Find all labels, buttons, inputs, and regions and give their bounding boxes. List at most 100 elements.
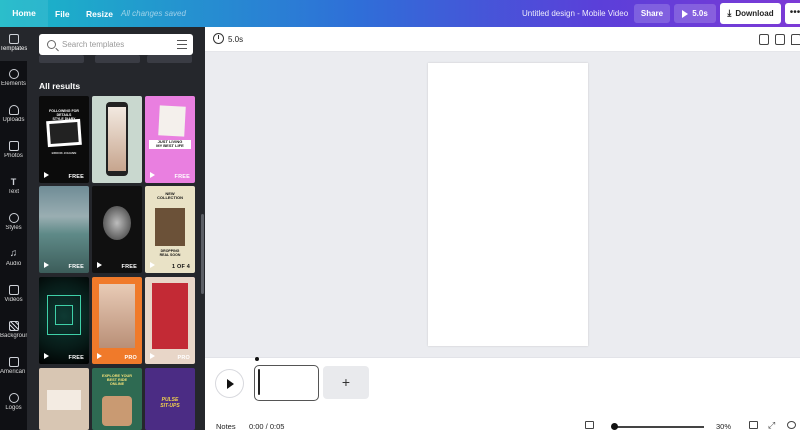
photos-icon [8, 141, 19, 151]
rail-item-logos[interactable]: Logos [0, 393, 27, 411]
template-heading: PULSE SIT-UPS [160, 397, 180, 409]
template-photo [99, 284, 135, 348]
share-button[interactable]: Share [634, 4, 670, 23]
template-photo [102, 396, 132, 426]
template-thumb[interactable]: JUST LIVING MY BEST LIFE FREE [145, 96, 195, 183]
rail-label: Logos [5, 405, 22, 411]
rail-item-templates[interactable]: Templates [0, 27, 27, 61]
rail-item-elements[interactable]: Elements [0, 69, 27, 87]
free-badge: FREE [121, 264, 137, 270]
template-image [46, 118, 82, 148]
template-thumb[interactable]: PRO [92, 277, 142, 364]
play-icon [150, 262, 155, 268]
help-icon[interactable] [787, 421, 796, 429]
filter-icon[interactable] [177, 40, 187, 49]
rail-item-audio[interactable]: ♫ Audio [0, 249, 27, 268]
template-photo [158, 105, 186, 137]
template-thumb[interactable] [92, 96, 142, 183]
play-icon [682, 9, 689, 18]
play-icon [97, 262, 102, 268]
text-icon: T [10, 177, 17, 187]
panel-scrollbar[interactable] [201, 214, 204, 294]
resize-button[interactable]: Resize [86, 9, 113, 19]
play-icon [97, 353, 102, 359]
template-thumb[interactable]: PULSE SIT-UPS [145, 368, 195, 430]
pro-badge: PRO [177, 355, 190, 361]
rail-label: Background [0, 333, 27, 339]
rail-label: Audio [5, 261, 22, 267]
rail-item-uploads[interactable]: Uploads [0, 105, 27, 123]
timeline-panel: + Notes 0:00 / 0:05 30% ⤢ [205, 357, 800, 431]
search-placeholder: Search templates [62, 40, 125, 49]
template-thumb[interactable]: EXPLORE YOUR BEST RIDE ONLINE [92, 368, 142, 430]
template-heading: EXPLORE YOUR BEST RIDE ONLINE [101, 374, 133, 387]
logo-icon [8, 393, 19, 403]
background-icon [8, 321, 19, 331]
template-heading: JUST LIVING MY BEST LIFE [149, 139, 191, 149]
rail-label: Videos [4, 297, 23, 303]
template-thumb[interactable] [39, 368, 89, 430]
rail-label: Styles [5, 225, 22, 231]
download-icon: ⤓ [727, 8, 732, 18]
templates-panel: Search templates All results FOLLOWING F… [27, 27, 205, 430]
template-thumb[interactable] [95, 55, 140, 63]
template-thumb[interactable] [39, 55, 84, 63]
template-caption: DROPPING REAL SOON [159, 249, 181, 257]
rail-label: Elements [0, 81, 26, 87]
zoom-slider[interactable] [614, 426, 704, 428]
template-thumb[interactable]: FREE [39, 277, 89, 364]
rail-item-videos[interactable]: Videos [0, 285, 27, 303]
workspace: 5.0s [205, 27, 800, 357]
template-photo [103, 206, 131, 240]
template-thumb[interactable]: FREE [92, 186, 142, 273]
timeline-play-button[interactable] [216, 370, 243, 397]
rail-label: Templates [0, 46, 27, 52]
rail-item-background[interactable]: Background [0, 321, 27, 339]
fullscreen-icon[interactable]: ⤢ [768, 421, 777, 430]
rail-item-folder[interactable]: American ... [0, 357, 27, 375]
template-card [47, 390, 81, 410]
template-heading: NEW COLLECTION [157, 191, 183, 201]
page-duration[interactable]: 5.0s [228, 35, 243, 44]
more-options-button[interactable]: ••• [785, 3, 800, 24]
phone-screen [108, 107, 126, 171]
template-thumb[interactable]: FREE [39, 186, 89, 273]
free-badge: FREE [68, 264, 84, 270]
play-icon [44, 172, 49, 178]
template-thumb[interactable]: PRO [145, 277, 195, 364]
pro-badge: PRO [124, 355, 137, 361]
rail-label: Text [7, 189, 19, 195]
download-button[interactable]: ⤓ Download [720, 3, 781, 24]
template-thumb[interactable] [147, 55, 192, 63]
timer-icon[interactable] [213, 33, 224, 44]
template-thumb[interactable]: NEW COLLECTION DROPPING REAL SOON 1 OF 4 [145, 186, 195, 273]
template-search-input[interactable]: Search templates [39, 34, 193, 55]
download-label: Download [735, 9, 774, 18]
playhead-marker[interactable] [255, 357, 259, 361]
rail-item-styles[interactable]: Styles [0, 213, 27, 231]
template-caption: BROOK JOHANN [51, 151, 77, 155]
zoom-slider-thumb[interactable] [611, 423, 618, 430]
neon-frame [55, 305, 73, 325]
add-page-icon[interactable] [759, 34, 769, 45]
duplicate-page-icon[interactable] [775, 34, 785, 45]
side-rail: Templates Elements Uploads Photos T Text… [0, 27, 27, 430]
file-menu-button[interactable]: File [55, 9, 70, 19]
rail-item-photos[interactable]: Photos [0, 141, 27, 159]
delete-page-icon[interactable] [791, 34, 800, 45]
rail-item-text[interactable]: T Text [0, 177, 27, 195]
timeline-toggle-icon[interactable] [585, 421, 594, 429]
design-canvas[interactable] [428, 63, 588, 346]
search-icon [47, 40, 56, 49]
free-badge: FREE [68, 355, 84, 361]
phone-mockup [106, 102, 128, 176]
home-button[interactable]: Home [0, 0, 48, 27]
template-photo [155, 208, 185, 246]
page-count-icon[interactable] [749, 421, 758, 429]
design-title[interactable]: Untitled design - Mobile Video [522, 9, 628, 18]
template-thumb[interactable]: FOLLOWING FOR DETAILS STYLE DIARY BROOK … [39, 96, 89, 183]
present-button[interactable]: 5.0s [674, 4, 716, 23]
timeline-clip[interactable] [254, 365, 319, 401]
add-page-button[interactable]: + [323, 366, 369, 399]
template-photo [49, 122, 79, 144]
